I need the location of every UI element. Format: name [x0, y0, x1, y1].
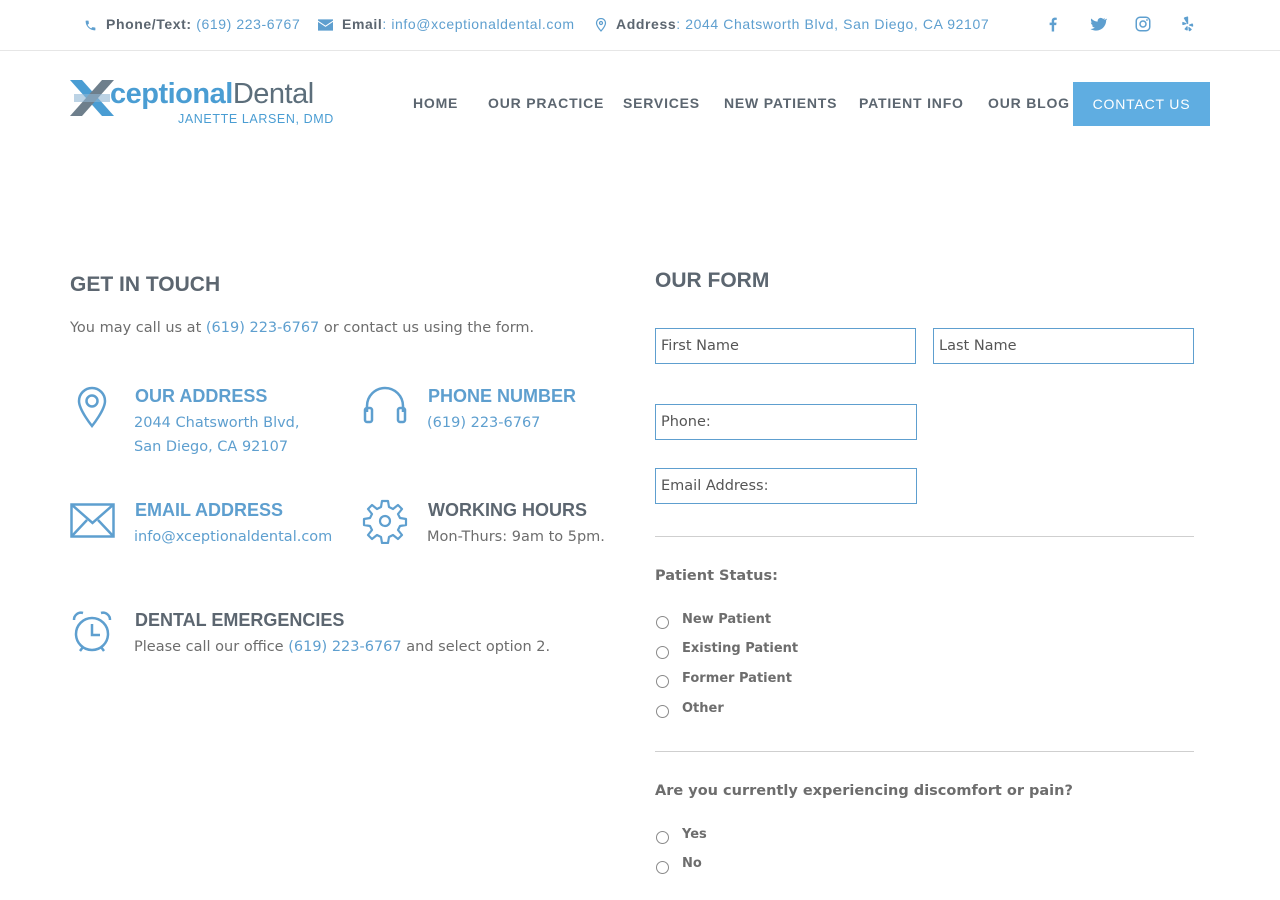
- site-logo[interactable]: ceptionalDental JANETTE LARSEN, DMD: [70, 78, 350, 130]
- emergency-pre: Please call our office: [134, 639, 289, 655]
- address-line1[interactable]: 2044 Chatsworth Blvd,: [134, 411, 300, 435]
- topbar-phone[interactable]: Phone/Text: (619) 223-6767: [84, 16, 300, 32]
- top-bar: Phone/Text: (619) 223-6767 Email: info@x…: [0, 0, 1280, 51]
- our-form-heading: OUR FORM: [655, 269, 770, 292]
- topbar-phone-value[interactable]: (619) 223-6767: [196, 16, 300, 32]
- phone-value[interactable]: (619) 223-6767: [427, 411, 540, 435]
- logo-part2: Dental: [232, 78, 314, 110]
- radio-label-other[interactable]: Other: [682, 701, 724, 716]
- divider: [655, 751, 1194, 752]
- alarm-clock-icon: [72, 611, 112, 652]
- emergency-text: Please call our office (619) 223-6767 an…: [134, 635, 550, 659]
- map-pin-icon: [77, 386, 107, 428]
- hours-value: Mon-Thurs: 9am to 5pm.: [427, 529, 605, 545]
- radio-label-new-patient[interactable]: New Patient: [682, 612, 771, 627]
- topbar-phone-label: Phone/Text:: [106, 16, 192, 32]
- nav-our-practice[interactable]: OUR PRACTICE: [488, 95, 604, 111]
- radio-label-former-patient[interactable]: Former Patient: [682, 671, 792, 686]
- nav-services[interactable]: SERVICES: [623, 95, 700, 111]
- radio-label-no[interactable]: No: [682, 856, 702, 871]
- intro-pre: You may call us at: [70, 320, 206, 336]
- instagram-icon[interactable]: [1134, 15, 1152, 33]
- envelope-icon: [70, 503, 115, 538]
- intro-post: or contact us using the form.: [319, 320, 535, 336]
- topbar-address-value: : 2044 Chatsworth Blvd, San Diego, CA 92…: [676, 16, 990, 32]
- address-line2[interactable]: San Diego, CA 92107: [134, 435, 288, 459]
- topbar-address: Address: 2044 Chatsworth Blvd, San Diego…: [595, 16, 990, 33]
- gear-icon: [362, 499, 408, 544]
- phone-icon: [85, 20, 96, 31]
- logo-part1: ceptional: [110, 78, 233, 110]
- last-name-field[interactable]: [933, 328, 1194, 364]
- logo-subtitle: JANETTE LARSEN, DMD: [178, 112, 334, 126]
- topbar-email[interactable]: Email: info@xceptionaldental.com: [318, 16, 575, 32]
- contact-intro: You may call us at (619) 223-6767 or con…: [70, 316, 534, 340]
- email-field[interactable]: [655, 468, 917, 504]
- radio-yes[interactable]: [656, 831, 669, 844]
- nav-our-blog[interactable]: OUR BLOG: [988, 95, 1070, 111]
- email-title: EMAIL ADDRESS: [135, 500, 284, 520]
- logo-wordmark: ceptionalDental: [110, 78, 314, 111]
- topbar-email-label: Email: [342, 16, 383, 32]
- radio-label-yes[interactable]: Yes: [682, 827, 707, 842]
- emergency-post: and select option 2.: [401, 639, 551, 655]
- nav-new-patients[interactable]: NEW PATIENTS: [724, 95, 837, 111]
- hours-title: WORKING HOURS: [428, 500, 587, 520]
- facebook-icon[interactable]: [1044, 15, 1062, 33]
- radio-former-patient[interactable]: [656, 675, 669, 688]
- emergency-title: DENTAL EMERGENCIES: [135, 610, 345, 630]
- emergency-phone-link[interactable]: (619) 223-6767: [288, 639, 401, 655]
- radio-no[interactable]: [656, 861, 669, 874]
- radio-other[interactable]: [656, 705, 669, 718]
- phone-field[interactable]: [655, 404, 917, 440]
- headphones-icon: [363, 386, 407, 424]
- get-in-touch-heading: GET IN TOUCH: [70, 273, 221, 296]
- pain-question-label: Are you currently experiencing discomfor…: [655, 783, 1073, 799]
- contact-us-button[interactable]: CONTACT US: [1073, 82, 1210, 126]
- topbar-email-value[interactable]: : info@xceptionaldental.com: [382, 16, 574, 32]
- address-title: OUR ADDRESS: [135, 386, 268, 406]
- patient-status-label: Patient Status:: [655, 568, 778, 584]
- radio-existing-patient[interactable]: [656, 646, 669, 659]
- divider: [655, 536, 1194, 537]
- email-value[interactable]: info@xceptionaldental.com: [134, 525, 332, 549]
- x-logo-mark-icon: [70, 80, 114, 116]
- topbar-address-label: Address: [616, 16, 677, 32]
- location-pin-icon: [595, 18, 607, 33]
- intro-phone-link[interactable]: (619) 223-6767: [206, 320, 319, 336]
- envelope-icon: [318, 19, 333, 31]
- yelp-icon[interactable]: [1179, 15, 1197, 33]
- nav-patient-info[interactable]: PATIENT INFO: [859, 95, 964, 111]
- first-name-field[interactable]: [655, 328, 916, 364]
- nav-home[interactable]: HOME: [413, 95, 458, 111]
- phone-title: PHONE NUMBER: [428, 386, 577, 406]
- twitter-icon[interactable]: [1089, 15, 1107, 33]
- radio-new-patient[interactable]: [656, 616, 669, 629]
- radio-label-existing-patient[interactable]: Existing Patient: [682, 641, 798, 656]
